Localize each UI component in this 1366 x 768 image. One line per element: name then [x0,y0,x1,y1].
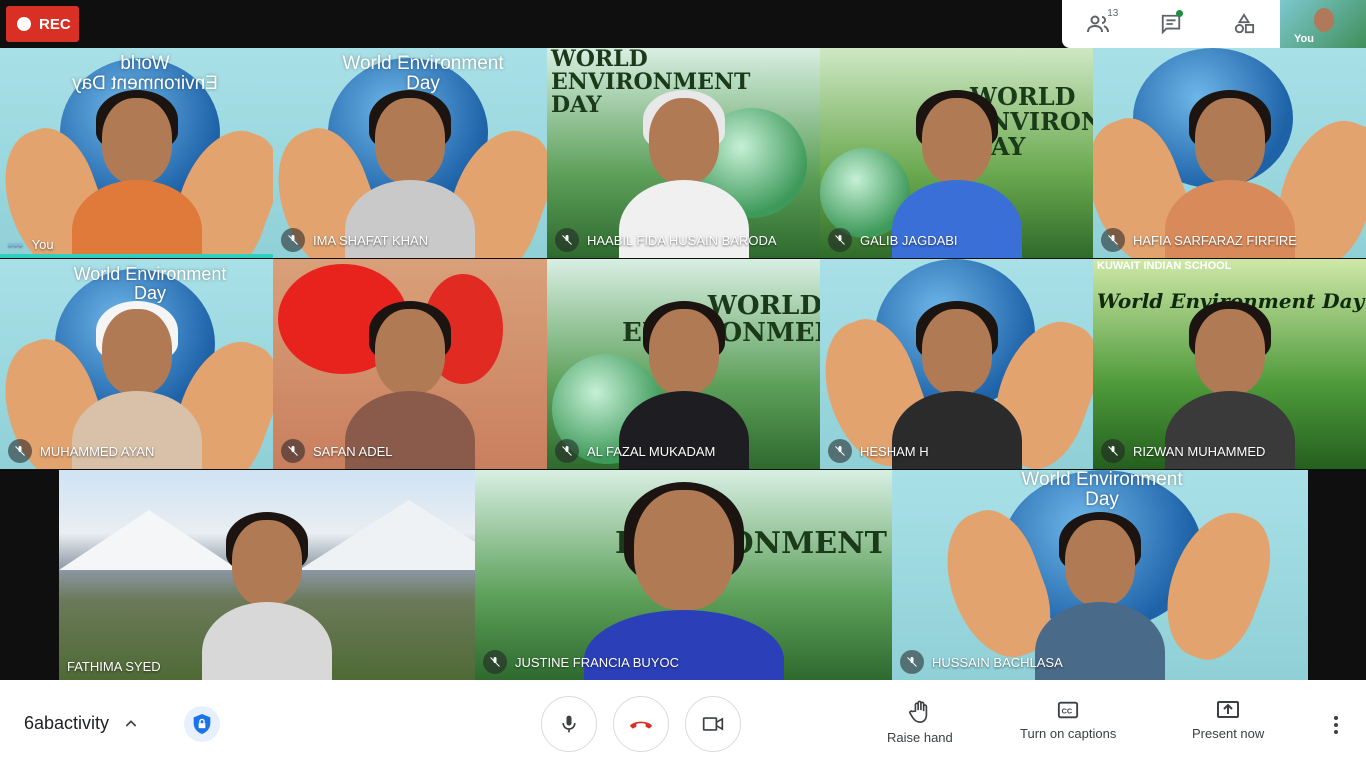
mic-off-icon [281,228,305,252]
raise-hand-label: Raise hand [887,730,953,745]
shield-lock-icon [193,714,211,734]
captions-icon: CC [1058,701,1079,719]
top-right-panel: 13 [1062,0,1280,48]
tile-background-text: World Environment Day [72,53,218,94]
participant-name: IMA SHAFAT KHAN [313,232,429,248]
participant-name: GALIB JAGDABI [860,232,958,248]
tile-background-text: World Environment Day [342,53,504,94]
unread-dot [1175,10,1183,17]
mic-off-icon [1101,228,1125,252]
participant-tile[interactable]: World Environment Day HUSSAIN BACHLASA [892,470,1308,680]
mic-off-icon [8,439,32,463]
participant-name: AL FAZAL MUKADAM [587,443,716,459]
recording-badge: REC [6,6,79,42]
participant-name: MUHAMMED AYAN [40,443,155,459]
svg-text:CC: CC [1062,707,1073,716]
mic-icon [562,715,576,733]
microphone-button[interactable] [541,696,597,752]
present-label: Present now [1192,726,1265,741]
participant-name: HAFIA SARFARAZ FIRFIRE [1133,232,1297,248]
participant-name: FATHIMA SYED [67,659,161,674]
participant-name: HAABIL FIDA HUSAIN BARODA [587,232,777,248]
participant-tile[interactable]: WORLD ENVIRONMENT DAY HAABIL FIDA HUSAIN… [547,48,820,258]
hand-icon [908,700,928,723]
participant-tile[interactable]: World Environment Day ••• You [0,48,273,258]
mic-off-icon [555,228,579,252]
participant-name: You [31,237,54,252]
participant-tile[interactable]: KUWAIT INDIAN SCHOOL World Environment D… [1093,259,1366,469]
video-grid: World Environment Day ••• You World Envir… [0,0,1366,680]
participant-name: RIZWAN MUHAMMED [1133,443,1266,459]
participants-button[interactable]: 13 [1078,4,1118,44]
participant-tile[interactable]: FATHIMA SYED [59,470,475,680]
participant-tile[interactable]: HESHAM H [820,259,1093,469]
mic-off-icon [828,228,852,252]
participant-name: HESHAM H [860,443,929,459]
participant-tile[interactable]: WORLD ENVIRONMENT AL FAZAL MUKADAM [547,259,820,469]
participant-tile[interactable]: WORLD ENVIRONMENT DAY GALIB JAGDABI [820,48,1093,258]
tile-background-subtext: KUWAIT INDIAN SCHOOL [1097,260,1232,272]
recording-label: REC [39,15,71,33]
captions-label: Turn on captions [1020,726,1117,741]
activities-button[interactable] [1224,4,1264,44]
raise-hand-button[interactable]: Raise hand [887,700,953,745]
participant-tile[interactable]: World Environment Day IMA SHAFAT KHAN [273,48,547,258]
end-call-icon [629,721,653,729]
mic-off-icon [483,650,507,674]
chat-button[interactable] [1151,4,1191,44]
leave-call-button[interactable] [613,696,669,752]
mic-off-icon [828,439,852,463]
activities-icon [1234,13,1254,34]
meeting-details-button[interactable]: 6abactivity [24,713,139,734]
participant-tile[interactable]: HAFIA SARFARAZ FIRFIRE [1093,48,1366,258]
active-speaker-border [0,254,273,258]
tile-background-text: World Environment Day [73,264,227,303]
chevron-up-icon [125,719,137,727]
more-vert-icon [1334,716,1338,734]
meeting-name: 6abactivity [24,713,110,733]
participant-name: JUSTINE FRANCIA BUYOC [515,654,679,670]
participant-name: SAFAN ADEL [313,443,393,459]
participant-name: HUSSAIN BACHLASA [932,654,1063,670]
more-options-button[interactable] [1326,712,1346,738]
host-controls-button[interactable] [184,706,220,742]
participant-tile[interactable]: SAFAN ADEL [273,259,547,469]
record-dot-icon [17,17,31,31]
mic-off-icon [900,650,924,674]
present-now-button[interactable]: Present now [1192,700,1264,741]
captions-button[interactable]: CC Turn on captions [1020,700,1116,741]
participant-tile[interactable]: ENVIRONMENT JUSTINE FRANCIA BUYOC [475,470,892,680]
self-label: You [1294,33,1314,45]
camera-button[interactable] [685,696,741,752]
mic-off-icon [281,439,305,463]
self-view-thumbnail[interactable]: You [1280,0,1366,48]
present-icon [1217,701,1240,718]
mic-off-icon [555,439,579,463]
speaking-indicator-icon: ••• [8,237,24,252]
camera-icon [702,717,724,731]
tile-background-text: World Environment Day [1021,470,1183,510]
mic-off-icon [1101,439,1125,463]
participants-count: 13 [1107,8,1119,19]
participant-tile[interactable]: World Environment Day MUHAMMED AYAN [0,259,273,469]
